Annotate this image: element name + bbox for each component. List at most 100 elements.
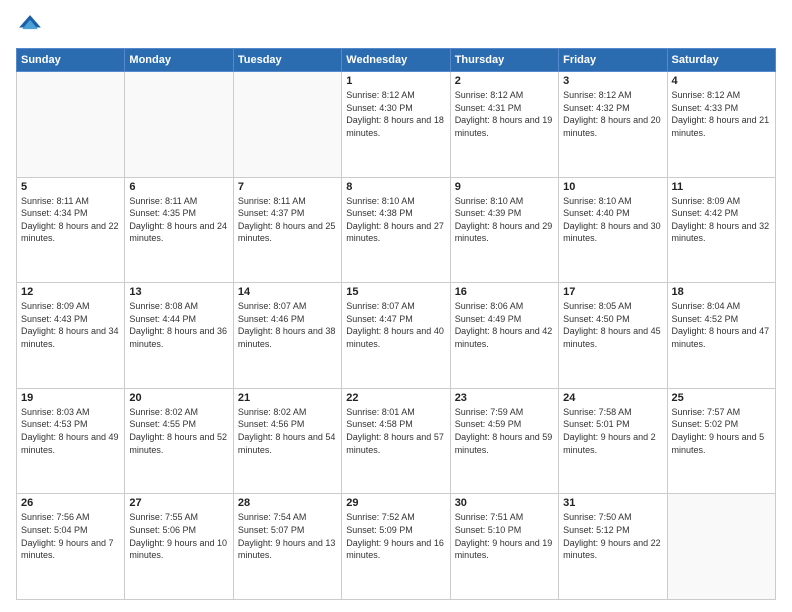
cell-info: Sunset: 4:52 PM xyxy=(672,313,771,326)
calendar-cell: 11Sunrise: 8:09 AMSunset: 4:42 PMDayligh… xyxy=(667,177,775,283)
cell-info: Daylight: 9 hours and 7 minutes. xyxy=(21,537,120,562)
calendar-cell: 12Sunrise: 8:09 AMSunset: 4:43 PMDayligh… xyxy=(17,283,125,389)
cell-info: Sunset: 5:02 PM xyxy=(672,418,771,431)
calendar-cell: 25Sunrise: 7:57 AMSunset: 5:02 PMDayligh… xyxy=(667,388,775,494)
day-number: 8 xyxy=(346,181,445,193)
cell-info: Sunrise: 8:07 AM xyxy=(346,300,445,313)
cell-info: Daylight: 8 hours and 20 minutes. xyxy=(563,114,662,139)
cell-info: Sunrise: 8:12 AM xyxy=(455,89,554,102)
cell-info: Sunrise: 8:11 AM xyxy=(21,195,120,208)
cell-info: Sunrise: 8:03 AM xyxy=(21,406,120,419)
cell-info: Sunrise: 8:10 AM xyxy=(455,195,554,208)
calendar-cell: 31Sunrise: 7:50 AMSunset: 5:12 PMDayligh… xyxy=(559,494,667,600)
cell-info: Daylight: 8 hours and 18 minutes. xyxy=(346,114,445,139)
calendar-cell xyxy=(17,72,125,178)
day-number: 28 xyxy=(238,497,337,509)
day-number: 11 xyxy=(672,181,771,193)
calendar-cell: 22Sunrise: 8:01 AMSunset: 4:58 PMDayligh… xyxy=(342,388,450,494)
cell-info: Sunset: 4:50 PM xyxy=(563,313,662,326)
day-number: 5 xyxy=(21,181,120,193)
day-number: 25 xyxy=(672,392,771,404)
cell-info: Daylight: 8 hours and 59 minutes. xyxy=(455,431,554,456)
cell-info: Sunrise: 7:51 AM xyxy=(455,511,554,524)
cell-info: Sunset: 4:35 PM xyxy=(129,207,228,220)
cell-info: Daylight: 8 hours and 27 minutes. xyxy=(346,220,445,245)
day-number: 24 xyxy=(563,392,662,404)
day-number: 31 xyxy=(563,497,662,509)
cell-info: Daylight: 8 hours and 24 minutes. xyxy=(129,220,228,245)
cell-info: Sunset: 4:58 PM xyxy=(346,418,445,431)
cell-info: Sunset: 4:59 PM xyxy=(455,418,554,431)
calendar-cell: 18Sunrise: 8:04 AMSunset: 4:52 PMDayligh… xyxy=(667,283,775,389)
cell-info: Daylight: 8 hours and 25 minutes. xyxy=(238,220,337,245)
cell-info: Sunset: 4:55 PM xyxy=(129,418,228,431)
day-number: 17 xyxy=(563,286,662,298)
cell-info: Sunrise: 7:52 AM xyxy=(346,511,445,524)
calendar-cell: 4Sunrise: 8:12 AMSunset: 4:33 PMDaylight… xyxy=(667,72,775,178)
cell-info: Daylight: 9 hours and 19 minutes. xyxy=(455,537,554,562)
cell-info: Sunrise: 7:56 AM xyxy=(21,511,120,524)
cell-info: Daylight: 8 hours and 36 minutes. xyxy=(129,325,228,350)
cell-info: Daylight: 8 hours and 49 minutes. xyxy=(21,431,120,456)
day-number: 3 xyxy=(563,75,662,87)
cell-info: Sunrise: 7:58 AM xyxy=(563,406,662,419)
day-number: 4 xyxy=(672,75,771,87)
cell-info: Daylight: 8 hours and 52 minutes. xyxy=(129,431,228,456)
day-number: 30 xyxy=(455,497,554,509)
calendar-cell: 20Sunrise: 8:02 AMSunset: 4:55 PMDayligh… xyxy=(125,388,233,494)
cell-info: Sunset: 4:33 PM xyxy=(672,102,771,115)
calendar-cell: 27Sunrise: 7:55 AMSunset: 5:06 PMDayligh… xyxy=(125,494,233,600)
cell-info: Sunset: 4:39 PM xyxy=(455,207,554,220)
cell-info: Sunset: 5:10 PM xyxy=(455,524,554,537)
cell-info: Sunrise: 8:12 AM xyxy=(563,89,662,102)
cell-info: Daylight: 9 hours and 13 minutes. xyxy=(238,537,337,562)
day-number: 23 xyxy=(455,392,554,404)
calendar-cell: 26Sunrise: 7:56 AMSunset: 5:04 PMDayligh… xyxy=(17,494,125,600)
cell-info: Sunset: 5:04 PM xyxy=(21,524,120,537)
cell-info: Sunrise: 7:59 AM xyxy=(455,406,554,419)
calendar-cell xyxy=(125,72,233,178)
calendar-week-row: 5Sunrise: 8:11 AMSunset: 4:34 PMDaylight… xyxy=(17,177,776,283)
cell-info: Daylight: 9 hours and 16 minutes. xyxy=(346,537,445,562)
weekday-header: Wednesday xyxy=(342,49,450,72)
cell-info: Sunset: 4:31 PM xyxy=(455,102,554,115)
cell-info: Sunrise: 8:12 AM xyxy=(346,89,445,102)
cell-info: Sunrise: 7:57 AM xyxy=(672,406,771,419)
day-number: 6 xyxy=(129,181,228,193)
cell-info: Sunrise: 8:10 AM xyxy=(563,195,662,208)
calendar-cell: 9Sunrise: 8:10 AMSunset: 4:39 PMDaylight… xyxy=(450,177,558,283)
cell-info: Sunset: 4:46 PM xyxy=(238,313,337,326)
cell-info: Sunrise: 8:10 AM xyxy=(346,195,445,208)
cell-info: Daylight: 8 hours and 29 minutes. xyxy=(455,220,554,245)
cell-info: Sunrise: 8:01 AM xyxy=(346,406,445,419)
calendar-cell: 6 Sunrise: 8:11 AMSunset: 4:35 PMDaylight… xyxy=(125,177,233,283)
cell-info: Sunrise: 8:05 AM xyxy=(563,300,662,313)
weekday-header: Thursday xyxy=(450,49,558,72)
day-number: 13 xyxy=(129,286,228,298)
header xyxy=(16,12,776,40)
page: SundayMondayTuesdayWednesdayThursdayFrid… xyxy=(0,0,792,612)
cell-info: Sunset: 5:01 PM xyxy=(563,418,662,431)
cell-info: Daylight: 9 hours and 10 minutes. xyxy=(129,537,228,562)
cell-info: Daylight: 8 hours and 22 minutes. xyxy=(21,220,120,245)
cell-info: Sunrise: 7:54 AM xyxy=(238,511,337,524)
calendar-cell xyxy=(233,72,341,178)
calendar-cell: 14Sunrise: 8:07 AMSunset: 4:46 PMDayligh… xyxy=(233,283,341,389)
day-number: 29 xyxy=(346,497,445,509)
calendar-table: SundayMondayTuesdayWednesdayThursdayFrid… xyxy=(16,48,776,600)
weekday-header: Friday xyxy=(559,49,667,72)
cell-info: Sunrise: 8:11 AM xyxy=(129,195,228,208)
cell-info: Sunrise: 8:04 AM xyxy=(672,300,771,313)
day-number: 1 xyxy=(346,75,445,87)
cell-info: Sunset: 4:40 PM xyxy=(563,207,662,220)
cell-info: Sunrise: 8:11 AM xyxy=(238,195,337,208)
weekday-header: Sunday xyxy=(17,49,125,72)
cell-info: Sunset: 4:30 PM xyxy=(346,102,445,115)
cell-info: Sunset: 4:37 PM xyxy=(238,207,337,220)
day-number: 21 xyxy=(238,392,337,404)
cell-info: Daylight: 9 hours and 2 minutes. xyxy=(563,431,662,456)
calendar-cell: 15Sunrise: 8:07 AMSunset: 4:47 PMDayligh… xyxy=(342,283,450,389)
cell-info: Daylight: 8 hours and 47 minutes. xyxy=(672,325,771,350)
cell-info: Sunrise: 8:08 AM xyxy=(129,300,228,313)
calendar-cell: 1 Sunrise: 8:12 AMSunset: 4:30 PMDaylight… xyxy=(342,72,450,178)
